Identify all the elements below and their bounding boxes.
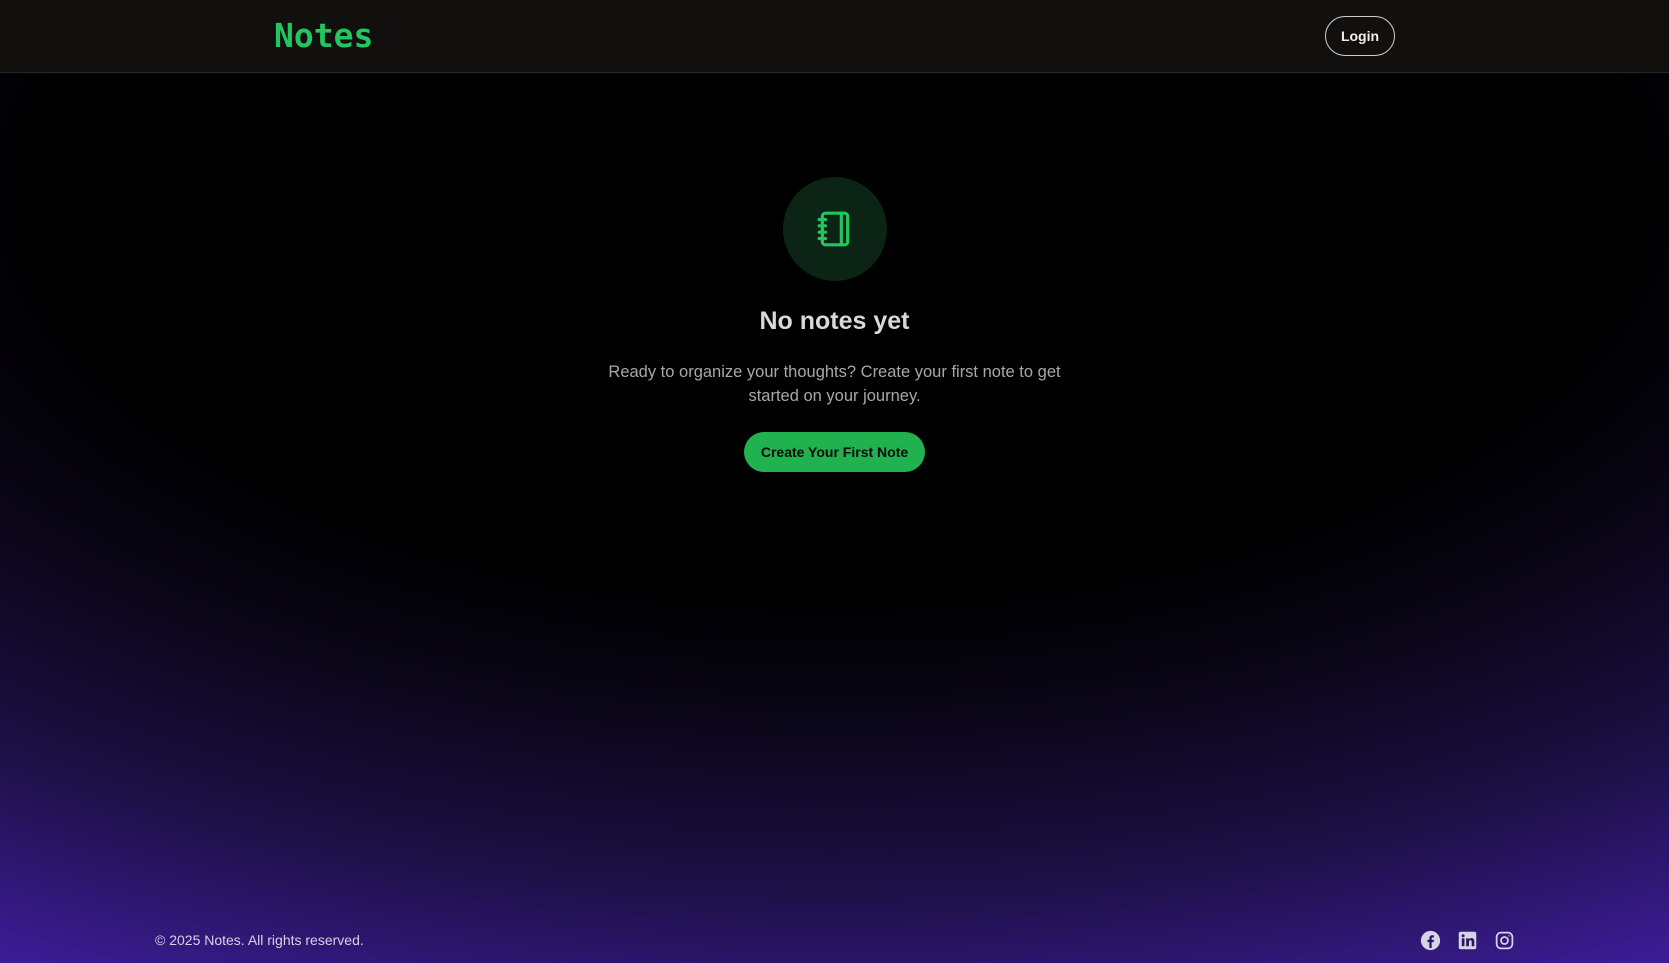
empty-state-description: Ready to organize your thoughts? Create … — [608, 363, 1061, 405]
empty-state-title: No notes yet — [759, 307, 910, 335]
notebook-icon — [817, 211, 849, 247]
login-button[interactable]: Login — [1325, 16, 1395, 56]
facebook-icon[interactable] — [1420, 930, 1441, 951]
create-first-note-button[interactable]: Create Your First Note — [743, 432, 926, 472]
logo[interactable]: Notes — [274, 16, 373, 55]
empty-state: No notes yet Ready to organize your thou… — [0, 177, 1669, 472]
notebook-icon-circle — [782, 177, 887, 281]
instagram-icon[interactable] — [1494, 930, 1515, 951]
top-navbar: Notes Login — [0, 0, 1669, 73]
footer: © 2025 Notes. All rights reserved. — [0, 926, 1669, 956]
background-gradient — [0, 0, 1669, 963]
social-links — [1420, 930, 1515, 951]
linkedin-icon[interactable] — [1457, 930, 1478, 951]
copyright-text: © 2025 Notes. All rights reserved. — [155, 932, 364, 948]
